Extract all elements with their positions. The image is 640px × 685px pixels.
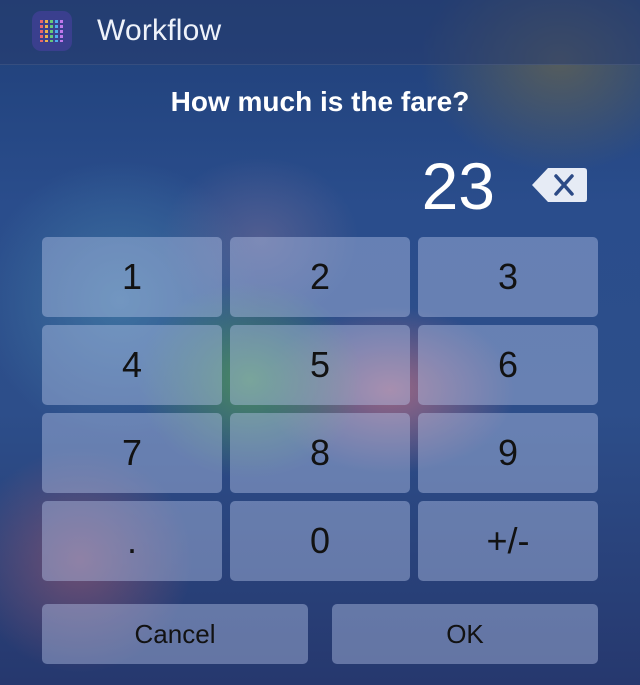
key-plus-minus[interactable]: +/- [418, 501, 598, 581]
backspace-icon[interactable] [530, 166, 588, 204]
key-5[interactable]: 5 [230, 325, 410, 405]
key-0[interactable]: 0 [230, 501, 410, 581]
number-input-value: 23 [421, 149, 495, 223]
workflow-app-icon [32, 11, 72, 51]
key-3[interactable]: 3 [418, 237, 598, 317]
key-8[interactable]: 8 [230, 413, 410, 493]
key-2[interactable]: 2 [230, 237, 410, 317]
key-6[interactable]: 6 [418, 325, 598, 405]
prompt-title: How much is the fare? [170, 86, 470, 117]
key-4[interactable]: 4 [42, 325, 222, 405]
app-name: Workflow [97, 14, 222, 47]
cancel-button[interactable]: Cancel [42, 604, 308, 664]
key-9[interactable]: 9 [418, 413, 598, 493]
app-icon-glyph [40, 20, 64, 42]
key-decimal[interactable]: . [42, 501, 222, 581]
key-7[interactable]: 7 [42, 413, 222, 493]
ok-button[interactable]: OK [332, 604, 598, 664]
key-1[interactable]: 1 [42, 237, 222, 317]
app-header: Workflow [0, 0, 640, 65]
